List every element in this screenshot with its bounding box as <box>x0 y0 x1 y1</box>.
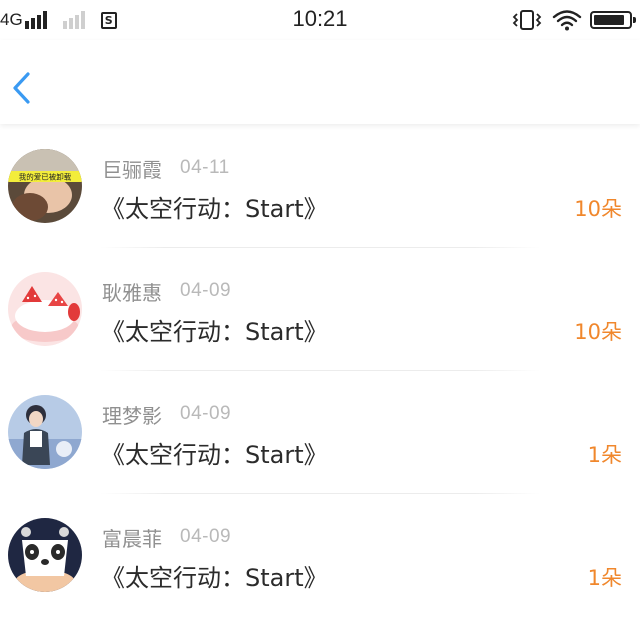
avatar[interactable] <box>8 395 82 469</box>
sent-date: 04-11 <box>180 157 230 178</box>
chevron-left-icon[interactable] <box>8 68 38 108</box>
navigation-bar <box>0 40 640 124</box>
avatar-image <box>8 518 82 592</box>
vibrate-icon <box>512 10 542 30</box>
avatar[interactable]: 我的爱已被卸载 <box>8 149 82 223</box>
sender-name: 巨骊霞 <box>102 157 162 182</box>
item-meta: 巨骊霞 04-11 <box>102 156 230 182</box>
work-title: 《太空行动：Start》 <box>101 318 328 346</box>
gift-list: 我的爱已被卸载 巨骊霞 04-11 《太空行动：Start》 10朵 耿雅惠 0… <box>0 125 640 617</box>
sent-date: 04-09 <box>180 403 232 424</box>
sent-date: 04-09 <box>180 280 232 301</box>
work-title: 《太空行动：Start》 <box>101 195 328 223</box>
item-meta: 理梦影 04-09 <box>102 402 232 428</box>
sender-name: 耿雅惠 <box>102 280 162 305</box>
avatar-image: 我的爱已被卸载 <box>8 149 82 223</box>
item-meta: 富晨菲 04-09 <box>102 525 232 551</box>
work-title: 《太空行动：Start》 <box>101 441 328 469</box>
sender-name: 富晨菲 <box>102 526 162 551</box>
list-item[interactable]: 富晨菲 04-09 《太空行动：Start》 1朵 <box>0 494 640 617</box>
item-meta: 耿雅惠 04-09 <box>102 279 232 305</box>
avatar-image <box>8 272 82 346</box>
gift-amount: 10朵 <box>574 197 622 221</box>
status-right <box>510 8 636 32</box>
sent-date: 04-09 <box>180 526 232 547</box>
wifi-icon <box>552 10 582 31</box>
work-title: 《太空行动：Start》 <box>101 564 328 592</box>
list-item[interactable]: 我的爱已被卸载 巨骊霞 04-11 《太空行动：Start》 10朵 <box>0 125 640 248</box>
gift-amount: 1朵 <box>587 443 622 467</box>
list-item[interactable]: 理梦影 04-09 《太空行动：Start》 1朵 <box>0 371 640 494</box>
avatar-image <box>8 395 82 469</box>
list-item[interactable]: 耿雅惠 04-09 《太空行动：Start》 10朵 <box>0 248 640 371</box>
sender-name: 理梦影 <box>102 403 162 428</box>
status-bar: 4G S 10:21 <box>0 0 640 40</box>
avatar[interactable] <box>8 272 82 346</box>
gift-amount: 10朵 <box>574 320 622 344</box>
battery-fill <box>594 15 624 25</box>
gift-amount: 1朵 <box>587 566 622 590</box>
avatar[interactable] <box>8 518 82 592</box>
battery-icon <box>590 11 636 29</box>
avatar-banner-text: 我的爱已被卸载 <box>19 172 72 182</box>
